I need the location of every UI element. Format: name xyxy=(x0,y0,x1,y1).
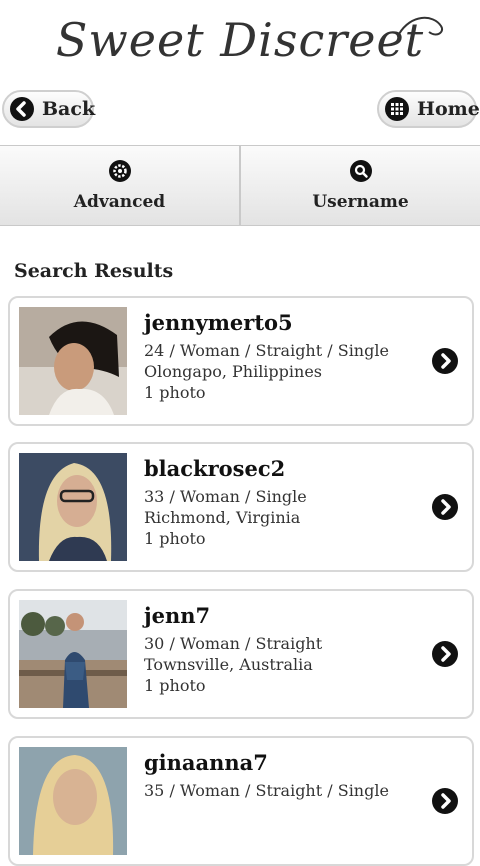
chevron-right-icon[interactable] xyxy=(432,494,458,520)
search-icon xyxy=(349,159,372,182)
profile-photo xyxy=(19,307,127,415)
gear-icon xyxy=(108,159,131,182)
tab-advanced[interactable]: Advanced xyxy=(0,146,239,225)
result-username: jenn7 xyxy=(144,603,211,628)
result-details: 35 / Woman / Straight / Single xyxy=(144,781,389,800)
result-details: 24 / Woman / Straight / Single xyxy=(144,341,389,360)
result-card[interactable]: blackrosec2 33 / Woman / Single Richmond… xyxy=(8,442,474,572)
tab-username-label: Username xyxy=(312,191,409,212)
result-details: 33 / Woman / Single xyxy=(144,487,307,506)
result-photo-count: 1 photo xyxy=(144,676,206,695)
result-card[interactable]: ginaanna7 35 / Woman / Straight / Single xyxy=(8,736,474,866)
grid-icon xyxy=(385,97,409,121)
back-button[interactable]: Back xyxy=(2,90,96,128)
back-arrow-icon xyxy=(10,97,34,121)
result-location: Richmond, Virginia xyxy=(144,508,301,527)
result-location: Olongapo, Philippines xyxy=(144,362,323,381)
home-button[interactable]: Home xyxy=(377,90,480,128)
chevron-right-icon[interactable] xyxy=(432,348,458,374)
result-card[interactable]: jennymerto5 24 / Woman / Straight / Sing… xyxy=(8,296,474,426)
search-mode-tabs: Advanced Username xyxy=(0,145,480,226)
result-username: jennymerto5 xyxy=(144,310,293,335)
back-button-label: Back xyxy=(42,98,96,120)
result-username: blackrosec2 xyxy=(144,456,286,481)
result-photo-count: 1 photo xyxy=(144,529,206,548)
chevron-right-icon[interactable] xyxy=(432,641,458,667)
profile-photo xyxy=(19,747,127,855)
profile-photo xyxy=(19,600,127,708)
tab-username[interactable]: Username xyxy=(239,146,480,225)
result-photo-count: 1 photo xyxy=(144,383,206,402)
tab-advanced-label: Advanced xyxy=(73,191,166,212)
chevron-right-icon[interactable] xyxy=(432,788,458,814)
logo-swash-decoration xyxy=(398,16,443,36)
home-button-label: Home xyxy=(417,98,480,120)
result-card[interactable]: jenn7 30 / Woman / Straight Townsville, … xyxy=(8,589,474,719)
result-details: 30 / Woman / Straight xyxy=(144,634,323,653)
result-username: ginaanna7 xyxy=(144,750,268,775)
result-location: Townsville, Australia xyxy=(144,655,313,674)
profile-photo xyxy=(19,453,127,561)
search-results-title: Search Results xyxy=(14,260,174,282)
